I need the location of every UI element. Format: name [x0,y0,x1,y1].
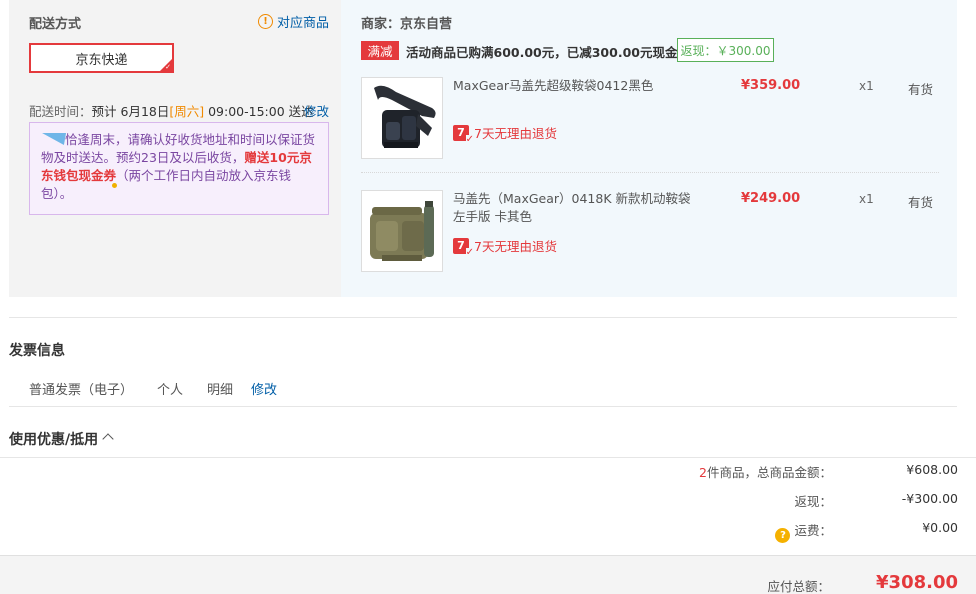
invoice-title: 发票信息 [9,343,65,359]
merchant-name: 商家：京东自营 [361,17,453,32]
check-mark-icon: ✓ [165,63,171,71]
promo-text: 活动商品已购满600.00元，已减300.00元现金 [406,45,678,60]
shipping-title: 配送方式 [29,17,82,32]
invoice-info: 普通发票（电子） 个人 明细 修改 [29,379,277,398]
shipping-option-jd-express[interactable]: 京东快递 ✓ [29,43,174,73]
summary-freight-label: ? 运费： [775,520,832,543]
return-policy-label: 7天无理由退货 [474,239,557,254]
bird-icon [41,133,65,145]
product-quantity: x1 [859,192,874,206]
delivery-time-range: 09:00-15:00 送达 [204,104,314,119]
rebate-badge: 返现：￥300.00 [677,38,774,62]
notice-dot-decoration [112,183,117,188]
delivery-time-weekday: [周六] [169,104,205,119]
product-price: ¥359.00 [741,78,801,93]
summary-rebate-value: -¥300.00 [901,491,958,506]
product-price: ¥249.00 [741,191,801,206]
order-panel: 商家：京东自营 满减 活动商品已购满600.00元，已减300.00元现金 返现… [341,0,957,297]
summary-item-count: 2 [699,465,707,480]
payable-value: ¥308.00 [876,572,958,593]
section-divider [9,406,957,407]
delivery-time: 配送时间：预计 6月18日[周六] 09:00-15:00 送达 修改 [29,101,329,120]
invoice-header: 个人 [157,383,184,398]
return-7day-icon: 7 [453,124,475,145]
return-policy: 7 7天无理由退货 [453,123,557,145]
coupons-toggle[interactable]: 使用优惠/抵用 [9,429,114,449]
payable-label: 应付总额： [767,579,830,594]
match-products-link[interactable]: ! 对应商品 [257,12,329,31]
order-item: 马盖先（MaxGear）0418K 新款机动鞍袋左手版 卡其色 ¥249.00 … [361,190,951,272]
product-image-khaki-bag[interactable] [361,190,443,272]
return-policy: 7 7天无理由退货 [453,236,557,258]
delivery-time-label: 配送时间： [29,104,92,119]
modify-delivery-time-link[interactable]: 修改 [304,101,329,120]
product-quantity: x1 [859,79,874,93]
product-stock-status: 有货 [908,195,934,210]
section-divider [9,317,957,318]
section-divider [0,457,976,458]
order-item: MaxGear马盖先超级鞍袋0412黑色 ¥359.00 x1 有货 7 7天无… [361,77,951,159]
warning-icon: ! [257,14,273,29]
coupons-title: 使用优惠/抵用 [9,432,99,448]
shipping-option-label: 京东快递 [75,52,128,68]
payable-bar: 应付总额： ¥308.00 [0,555,976,594]
shipping-panel: 配送方式 ! 对应商品 京东快递 ✓ 配送时间：预计 6月18日[周六] 09:… [9,0,341,297]
match-products-label: 对应商品 [276,16,329,31]
item-divider [361,172,939,173]
promo-badge: 满减 [361,41,399,60]
product-stock-status: 有货 [908,82,934,97]
product-image-black-bag[interactable] [361,77,443,159]
summary-total-label: 2件商品，总商品金额： [699,465,832,480]
product-name[interactable]: MaxGear马盖先超级鞍袋0412黑色 [453,77,693,95]
summary-total-value: ¥608.00 [906,462,958,477]
return-7day-icon: 7 [453,237,475,258]
return-policy-label: 7天无理由退货 [474,126,557,141]
invoice-content: 明细 [207,383,234,398]
question-icon[interactable]: ? [775,528,791,543]
summary-freight-value: ¥0.00 [922,520,958,535]
delivery-time-date: 预计 6月18日 [91,104,170,119]
product-name[interactable]: 马盖先（MaxGear）0418K 新款机动鞍袋左手版 卡其色 [453,190,693,226]
summary-rebate-label: 返现： [794,494,832,509]
weekend-notice: 恰逢周末，请确认好收货地址和时间以保证货物及时送达。预约23日及以后收货，赠送1… [29,122,329,215]
invoice-type: 普通发票（电子） [29,383,134,398]
modify-invoice-link[interactable]: 修改 [251,379,277,398]
chevron-up-icon [102,433,114,445]
